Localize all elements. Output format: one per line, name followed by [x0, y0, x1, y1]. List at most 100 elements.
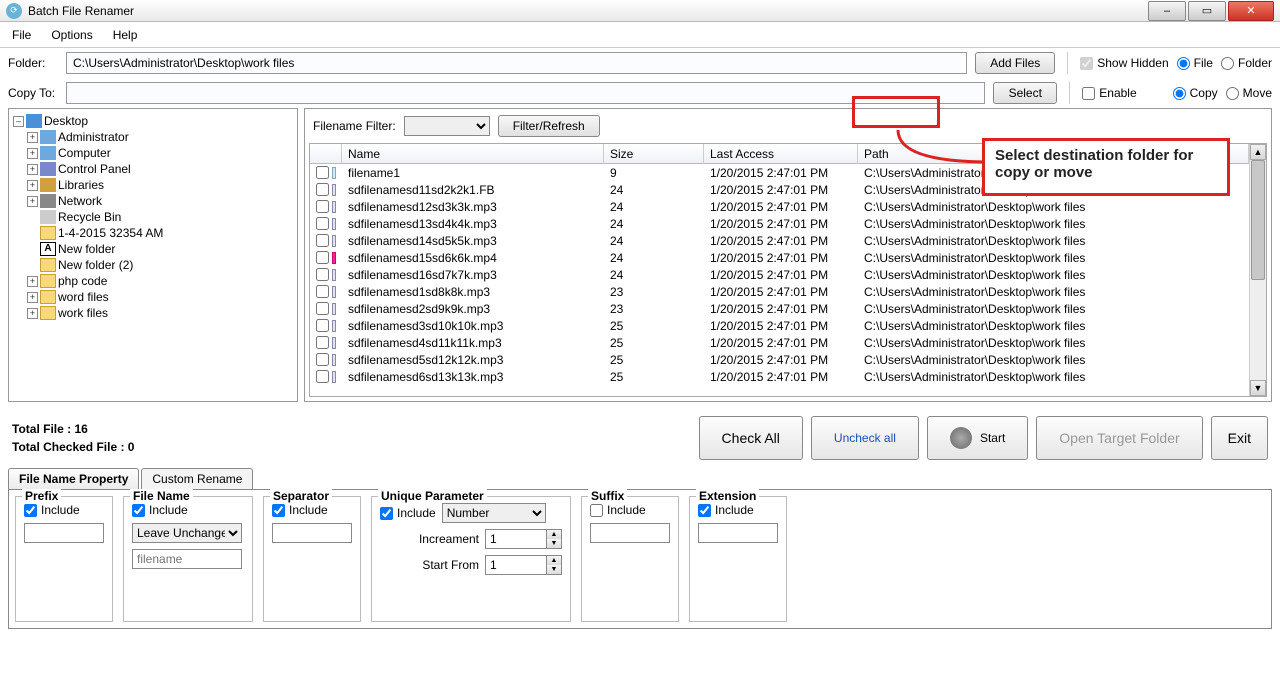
- exit-button[interactable]: Exit: [1211, 416, 1268, 460]
- expand-icon[interactable]: +: [27, 180, 38, 191]
- increment-input[interactable]: [485, 529, 547, 549]
- show-hidden-checkbox[interactable]: Show Hidden: [1080, 56, 1168, 70]
- expand-icon[interactable]: [27, 244, 38, 255]
- row-checkbox[interactable]: [316, 370, 329, 383]
- scroll-down-icon[interactable]: ▼: [1250, 380, 1266, 396]
- filter-refresh-button[interactable]: Filter/Refresh: [498, 115, 600, 137]
- col-access[interactable]: Last Access: [704, 144, 858, 164]
- tree-root[interactable]: – Desktop: [13, 113, 293, 129]
- expand-icon[interactable]: [27, 212, 38, 223]
- tree-item[interactable]: Recycle Bin: [27, 209, 293, 225]
- tree-item[interactable]: ANew folder: [27, 241, 293, 257]
- extension-input[interactable]: [698, 523, 778, 543]
- row-checkbox[interactable]: [316, 217, 329, 230]
- start-button[interactable]: Start: [927, 416, 1028, 460]
- suffix-include-checkbox[interactable]: Include: [590, 503, 646, 517]
- table-row[interactable]: sdfilenamesd2sd9k9k.mp3231/20/2015 2:47:…: [310, 300, 1249, 317]
- tree-item[interactable]: +Computer: [27, 145, 293, 161]
- row-checkbox[interactable]: [316, 268, 329, 281]
- open-target-folder-button[interactable]: Open Target Folder: [1036, 416, 1202, 460]
- scroll-up-icon[interactable]: ▲: [1250, 144, 1266, 160]
- table-row[interactable]: sdfilenamesd6sd13k13k.mp3251/20/2015 2:4…: [310, 368, 1249, 385]
- folder-radio[interactable]: Folder: [1221, 56, 1272, 70]
- row-checkbox[interactable]: [316, 302, 329, 315]
- tree-item[interactable]: +Administrator: [27, 129, 293, 145]
- spin-down-icon[interactable]: ▼: [547, 539, 561, 548]
- row-checkbox[interactable]: [316, 183, 329, 196]
- row-checkbox[interactable]: [316, 285, 329, 298]
- suffix-input[interactable]: [590, 523, 670, 543]
- table-row[interactable]: sdfilenamesd4sd11k11k.mp3251/20/2015 2:4…: [310, 334, 1249, 351]
- tree-item[interactable]: +word files: [27, 289, 293, 305]
- menu-options[interactable]: Options: [51, 28, 92, 42]
- expand-icon[interactable]: +: [27, 196, 38, 207]
- expand-icon[interactable]: [27, 228, 38, 239]
- tab-custom-rename[interactable]: Custom Rename: [141, 468, 253, 489]
- tree-item[interactable]: +Control Panel: [27, 161, 293, 177]
- table-row[interactable]: sdfilenamesd14sd5k5k.mp3241/20/2015 2:47…: [310, 232, 1249, 249]
- file-list[interactable]: Name Size Last Access Path filename191/2…: [309, 143, 1267, 397]
- file-radio[interactable]: File: [1177, 56, 1213, 70]
- folder-path-input[interactable]: [66, 52, 967, 74]
- add-files-button[interactable]: Add Files: [975, 52, 1055, 74]
- tree-item[interactable]: New folder (2): [27, 257, 293, 273]
- check-all-button[interactable]: Check All: [699, 416, 803, 460]
- unique-type-select[interactable]: Number: [442, 503, 546, 523]
- folder-tree[interactable]: – Desktop +Administrator+Computer+Contro…: [8, 108, 298, 402]
- tree-item[interactable]: +php code: [27, 273, 293, 289]
- copy-to-path-input[interactable]: [66, 82, 985, 104]
- tree-item[interactable]: +work files: [27, 305, 293, 321]
- spin-up-icon[interactable]: ▲: [547, 556, 561, 565]
- row-checkbox[interactable]: [316, 319, 329, 332]
- table-row[interactable]: sdfilenamesd16sd7k7k.mp3241/20/2015 2:47…: [310, 266, 1249, 283]
- expand-icon[interactable]: +: [27, 164, 38, 175]
- prefix-include-checkbox[interactable]: Include: [24, 503, 80, 517]
- table-row[interactable]: sdfilenamesd13sd4k4k.mp3241/20/2015 2:47…: [310, 215, 1249, 232]
- spin-down-icon[interactable]: ▼: [547, 565, 561, 574]
- enable-checkbox[interactable]: Enable: [1082, 86, 1136, 100]
- move-radio[interactable]: Move: [1226, 86, 1272, 100]
- table-row[interactable]: sdfilenamesd15sd6k6k.mp4241/20/2015 2:47…: [310, 249, 1249, 266]
- expand-icon[interactable]: –: [13, 116, 24, 127]
- filename-mode-select[interactable]: Leave Unchange: [132, 523, 242, 543]
- unique-include-checkbox[interactable]: Include: [380, 506, 436, 520]
- scrollbar[interactable]: ▲ ▼: [1249, 144, 1266, 396]
- table-row[interactable]: sdfilenamesd1sd8k8k.mp3231/20/2015 2:47:…: [310, 283, 1249, 300]
- minimize-button[interactable]: –: [1148, 1, 1186, 21]
- select-button[interactable]: Select: [993, 82, 1057, 104]
- expand-icon[interactable]: +: [27, 132, 38, 143]
- close-button[interactable]: ✕: [1228, 1, 1274, 21]
- filter-select[interactable]: [404, 116, 490, 136]
- extension-include-checkbox[interactable]: Include: [698, 503, 754, 517]
- expand-icon[interactable]: +: [27, 276, 38, 287]
- row-checkbox[interactable]: [316, 234, 329, 247]
- row-checkbox[interactable]: [316, 200, 329, 213]
- scroll-thumb[interactable]: [1251, 160, 1265, 280]
- row-checkbox[interactable]: [316, 353, 329, 366]
- expand-icon[interactable]: +: [27, 148, 38, 159]
- uncheck-all-button[interactable]: Uncheck all: [811, 416, 919, 460]
- maximize-button[interactable]: ▭: [1188, 1, 1226, 21]
- col-size[interactable]: Size: [604, 144, 704, 164]
- expand-icon[interactable]: +: [27, 308, 38, 319]
- table-row[interactable]: sdfilenamesd3sd10k10k.mp3251/20/2015 2:4…: [310, 317, 1249, 334]
- row-checkbox[interactable]: [316, 336, 329, 349]
- filename-input[interactable]: [132, 549, 242, 569]
- expand-icon[interactable]: +: [27, 292, 38, 303]
- tree-item[interactable]: +Libraries: [27, 177, 293, 193]
- separator-include-checkbox[interactable]: Include: [272, 503, 328, 517]
- copy-radio[interactable]: Copy: [1173, 86, 1218, 100]
- tree-item[interactable]: 1-4-2015 32354 AM: [27, 225, 293, 241]
- spin-up-icon[interactable]: ▲: [547, 530, 561, 539]
- filename-include-checkbox[interactable]: Include: [132, 503, 188, 517]
- row-checkbox[interactable]: [316, 166, 329, 179]
- table-row[interactable]: sdfilenamesd11sd2k2k1.FB241/20/2015 2:47…: [310, 181, 1249, 198]
- table-row[interactable]: sdfilenamesd5sd12k12k.mp3251/20/2015 2:4…: [310, 351, 1249, 368]
- row-checkbox[interactable]: [316, 251, 329, 264]
- expand-icon[interactable]: [27, 260, 38, 271]
- col-name[interactable]: Name: [342, 144, 604, 164]
- menu-file[interactable]: File: [12, 28, 31, 42]
- menu-help[interactable]: Help: [113, 28, 138, 42]
- prefix-input[interactable]: [24, 523, 104, 543]
- table-row[interactable]: sdfilenamesd12sd3k3k.mp3241/20/2015 2:47…: [310, 198, 1249, 215]
